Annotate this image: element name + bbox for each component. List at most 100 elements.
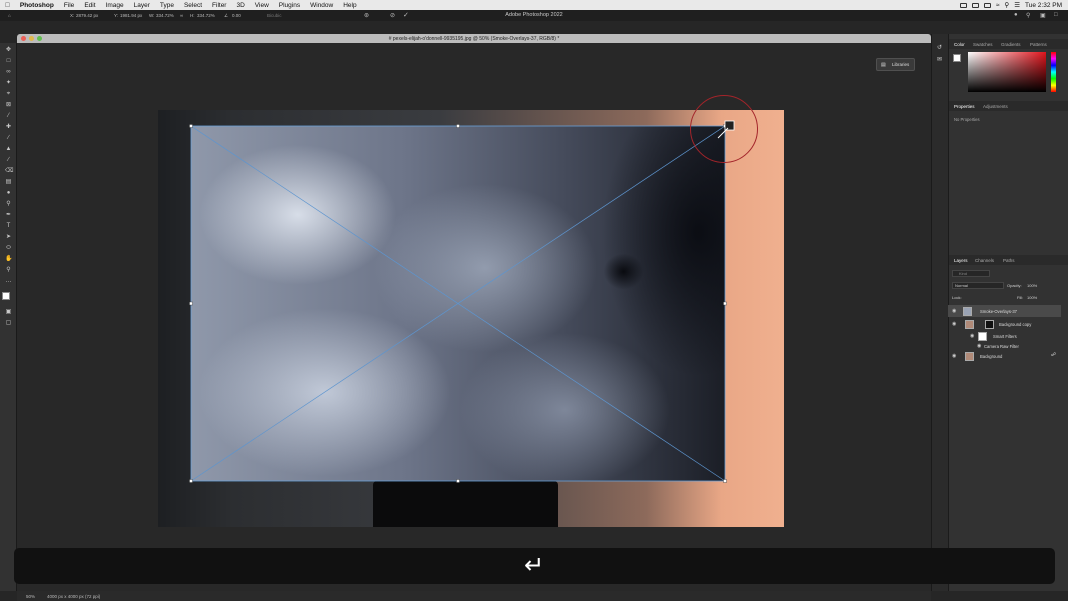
status-icon[interactable] — [959, 2, 967, 8]
layer-name[interactable]: Smoke-Overlays-37 — [980, 309, 1017, 314]
libraries-button[interactable]: ▤ Libraries — [876, 58, 915, 71]
layer-thumbnail — [963, 306, 972, 316]
tab-paths[interactable]: Paths — [1003, 258, 1015, 263]
visibility-eye-icon[interactable]: ◉ — [952, 321, 956, 327]
document-window-bar: # pexels-elijah-o'donnell-9935195.jpg @ … — [17, 34, 931, 43]
clone-stamp-tool-icon[interactable]: ▲ — [5, 146, 12, 153]
status-icon[interactable] — [971, 2, 979, 8]
comments-icon[interactable]: ✉ — [937, 56, 942, 63]
menu-edit[interactable]: Edit — [79, 2, 100, 9]
menu-3d[interactable]: 3D — [231, 2, 249, 9]
document-size[interactable]: 4000 px x 4000 px (72 ppi) — [47, 594, 100, 599]
lasso-tool-icon[interactable]: ∞ — [5, 69, 12, 76]
wifi-icon[interactable]: ≈ — [996, 2, 1000, 9]
quick-mask-icon[interactable]: ▣ — [5, 309, 12, 316]
path-selection-tool-icon[interactable]: ➤ — [5, 234, 12, 241]
history-brush-tool-icon[interactable]: ∕ — [5, 157, 12, 164]
layer-name[interactable]: Camera Raw Filter — [984, 344, 1019, 349]
menu-file[interactable]: File — [59, 2, 79, 9]
visibility-eye-icon[interactable]: ◉ — [952, 308, 956, 314]
menu-image[interactable]: Image — [101, 2, 129, 9]
properties-panel-tabs: Properties Adjustments — [949, 101, 1068, 111]
marquee-tool-icon[interactable]: □ — [5, 58, 12, 65]
zoom-level[interactable]: 50% — [26, 594, 35, 599]
menu-window[interactable]: Window — [305, 2, 338, 9]
menu-filter[interactable]: Filter — [207, 2, 231, 9]
tab-properties[interactable]: Properties — [954, 104, 975, 109]
libraries-label: Libraries — [892, 62, 910, 67]
status-bar: 50% 4000 px x 4000 px (72 ppi) — [17, 591, 931, 601]
battery-icon[interactable] — [983, 2, 991, 8]
smoke-overlay-layer[interactable] — [191, 126, 725, 481]
control-center-icon[interactable]: ☰ — [1014, 1, 1020, 9]
opacity-field[interactable]: 100% — [1027, 283, 1037, 288]
hue-slider[interactable] — [1051, 52, 1056, 92]
return-arrow-icon: ↵ — [523, 552, 545, 579]
layer-name[interactable]: Smart Filters — [993, 334, 1017, 339]
dodge-tool-icon[interactable]: ⚲ — [5, 201, 12, 208]
pen-tool-icon[interactable]: ✒ — [5, 212, 12, 219]
no-properties-text: No Properties — [954, 117, 980, 122]
tab-gradients[interactable]: Gradients — [1001, 42, 1021, 47]
layer-name[interactable]: Background — [980, 354, 1002, 359]
layer-name[interactable]: Background copy — [999, 322, 1031, 327]
healing-brush-tool-icon[interactable]: ✚ — [5, 124, 12, 131]
fill-field[interactable]: 100% — [1027, 295, 1037, 300]
magic-wand-tool-icon[interactable]: ✦ — [5, 80, 12, 87]
menu-type[interactable]: Type — [155, 2, 179, 9]
tab-swatches[interactable]: Swatches — [973, 42, 993, 47]
blend-mode-select[interactable]: Normal — [952, 282, 1004, 289]
color-panel-tabs: Color Swatches Gradients Patterns — [949, 39, 1068, 49]
blend-mode-value: Normal — [955, 283, 968, 288]
eyedropper-tool-icon[interactable]: ⁄ — [5, 113, 12, 120]
menu-layer[interactable]: Layer — [129, 2, 155, 9]
crop-tool-icon[interactable]: ⌖ — [5, 91, 12, 98]
menu-plugins[interactable]: Plugins — [274, 2, 305, 9]
menu-app-name[interactable]: Photoshop — [15, 2, 59, 9]
brush-tool-icon[interactable]: ∕ — [5, 135, 12, 142]
foreground-color-swatch[interactable] — [2, 292, 10, 300]
type-tool-icon[interactable]: T — [5, 223, 12, 230]
zoom-tool-icon[interactable]: ⚲ — [5, 267, 12, 274]
document-tab-title[interactable]: # pexels-elijah-o'donnell-9935195.jpg @ … — [17, 36, 931, 42]
libraries-icon: ▤ — [881, 62, 886, 68]
hand-tool-icon[interactable]: ✋ — [5, 256, 12, 263]
layer-row-smoke-overlays[interactable]: ◉ Smoke-Overlays-37 — [948, 305, 1061, 317]
layers-panel-tabs: Layers Channels Paths — [949, 255, 1068, 265]
tools-panel: ✥ □ ∞ ✦ ⌖ ⊠ ⁄ ✚ ∕ ▲ ∕ ⌫ ▤ ● ⚲ ✒ T ➤ ⬭ ✋ … — [0, 43, 17, 591]
layer-row-background-copy[interactable]: ◉ Background copy — [948, 318, 1061, 330]
visibility-eye-icon[interactable]: ◉ — [977, 343, 981, 349]
screen-mode-icon[interactable]: ▢ — [5, 320, 12, 327]
history-icon[interactable]: ↺ — [937, 44, 942, 51]
layer-filter-input[interactable]: Kind — [952, 270, 990, 277]
filter-kind-text: Kind — [959, 271, 968, 276]
tab-patterns[interactable]: Patterns — [1030, 42, 1047, 47]
color-picker-field[interactable] — [968, 52, 1046, 92]
layer-mask-thumbnail — [985, 319, 994, 329]
apple-icon[interactable]:  — [0, 2, 15, 9]
menu-view[interactable]: View — [250, 2, 274, 9]
move-tool-icon[interactable]: ✥ — [5, 47, 12, 54]
opacity-label: Opacity: — [1007, 283, 1022, 288]
blur-tool-icon[interactable]: ● — [5, 190, 12, 197]
frame-tool-icon[interactable]: ⊠ — [5, 102, 12, 109]
lock-icon[interactable]: ☍ — [1051, 352, 1056, 358]
tab-color[interactable]: Color — [954, 42, 965, 47]
menu-help[interactable]: Help — [338, 2, 361, 9]
menu-select[interactable]: Select — [179, 2, 207, 9]
lock-label: Lock: — [952, 295, 962, 300]
visibility-eye-icon[interactable]: ◉ — [970, 333, 974, 339]
shape-tool-icon[interactable]: ⬭ — [5, 245, 12, 252]
tab-adjustments[interactable]: Adjustments — [983, 104, 1008, 109]
foreground-swatch[interactable] — [953, 54, 961, 62]
visibility-eye-icon[interactable]: ◉ — [952, 353, 956, 359]
more-tools-icon[interactable]: … — [5, 278, 12, 285]
search-icon[interactable]: ⚲ — [1004, 1, 1009, 9]
tab-layers[interactable]: Layers — [954, 258, 968, 263]
fill-label: Fill: — [1017, 295, 1024, 300]
gradient-tool-icon[interactable]: ▤ — [5, 179, 12, 186]
eraser-tool-icon[interactable]: ⌫ — [5, 168, 13, 175]
layer-row-background[interactable]: ◉ Background ☍ — [948, 350, 1061, 362]
tab-channels[interactable]: Channels — [975, 258, 994, 263]
menubar-clock[interactable]: Tue 2:32 PM — [1025, 2, 1062, 9]
